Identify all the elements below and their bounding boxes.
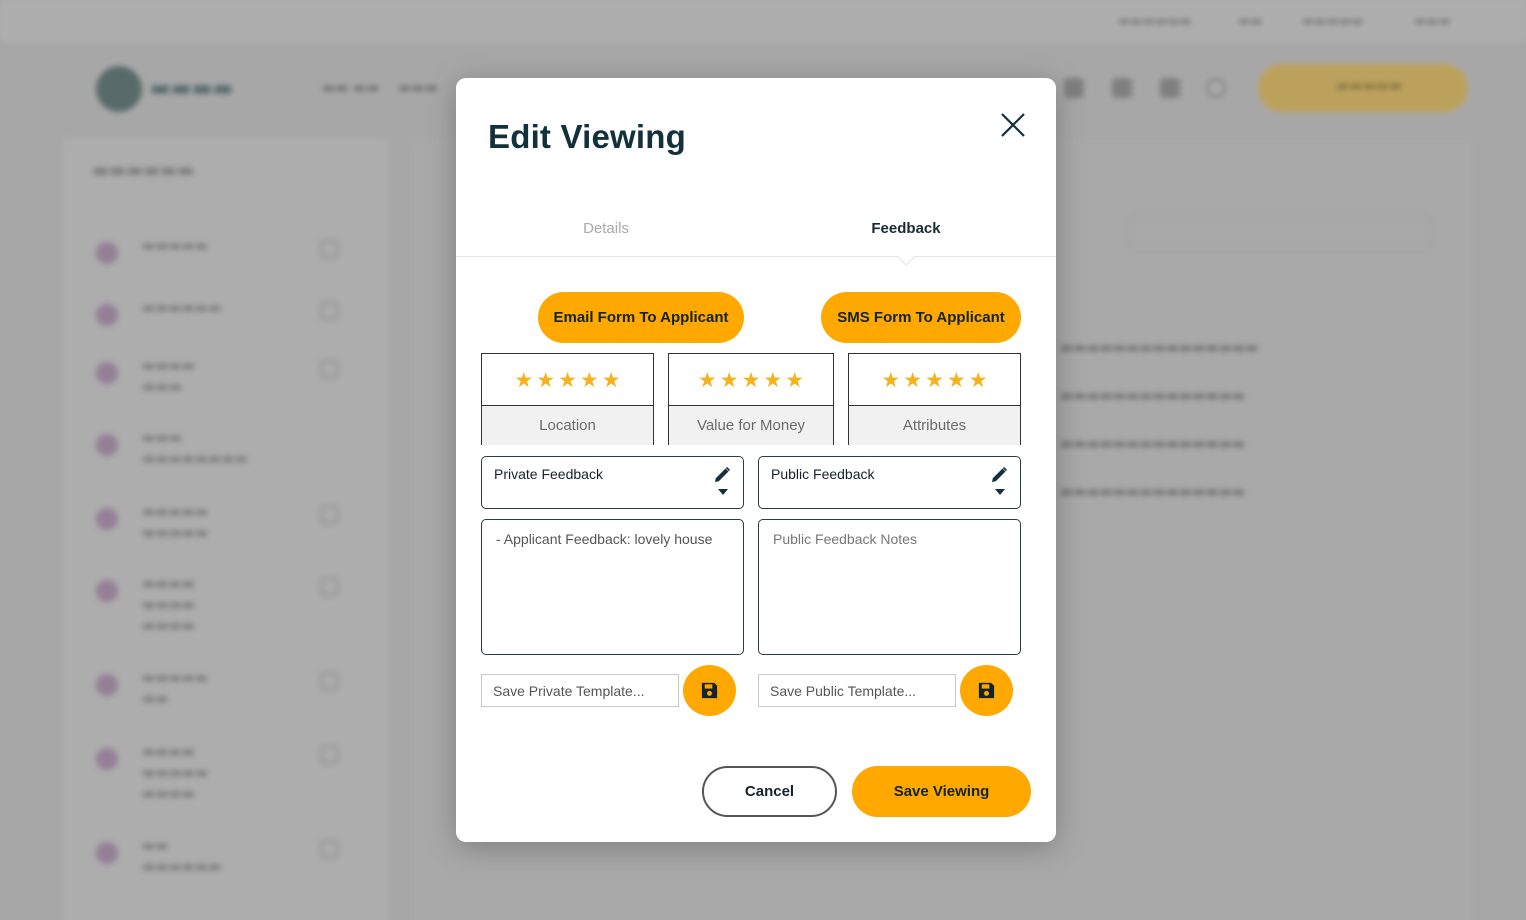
star-icon[interactable]: ★ xyxy=(536,369,555,391)
modal-title: Edit Viewing xyxy=(488,118,686,155)
star-icon[interactable]: ★ xyxy=(720,369,739,391)
sms-form-button[interactable]: SMS Form To Applicant xyxy=(821,292,1021,343)
star-icon[interactable]: ★ xyxy=(881,369,900,391)
star-rating[interactable]: ★ ★ ★ ★ ★ xyxy=(849,354,1020,406)
pencil-icon xyxy=(992,466,1008,482)
caret-down-icon xyxy=(995,489,1005,495)
star-icon[interactable]: ★ xyxy=(602,369,621,391)
star-rating[interactable]: ★ ★ ★ ★ ★ xyxy=(669,354,833,406)
private-feedback-label: Private Feedback xyxy=(494,466,603,482)
star-icon[interactable]: ★ xyxy=(925,369,944,391)
modal-tabs: Details Feedback xyxy=(456,208,1056,257)
rating-attributes: ★ ★ ★ ★ ★ Attributes xyxy=(848,353,1021,445)
pencil-icon xyxy=(715,466,731,482)
star-icon[interactable]: ★ xyxy=(903,369,922,391)
floppy-disk-icon xyxy=(978,682,995,699)
star-rating[interactable]: ★ ★ ★ ★ ★ xyxy=(482,354,653,406)
star-icon[interactable]: ★ xyxy=(969,369,988,391)
star-icon[interactable]: ★ xyxy=(514,369,533,391)
star-icon[interactable]: ★ xyxy=(947,369,966,391)
rating-label: Location xyxy=(482,405,653,445)
close-button[interactable] xyxy=(998,108,1028,142)
star-icon[interactable]: ★ xyxy=(580,369,599,391)
rating-label: Attributes xyxy=(849,405,1020,445)
rating-location: ★ ★ ★ ★ ★ Location xyxy=(481,353,654,445)
rating-label: Value for Money xyxy=(669,405,833,445)
star-icon[interactable]: ★ xyxy=(698,369,717,391)
close-icon xyxy=(1001,113,1025,137)
public-template-input[interactable] xyxy=(758,674,956,707)
private-feedback-dropdown[interactable]: Private Feedback xyxy=(481,456,744,509)
save-private-template-button[interactable] xyxy=(683,665,736,716)
private-template-input[interactable] xyxy=(481,674,679,707)
star-icon[interactable]: ★ xyxy=(558,369,577,391)
caret-down-icon xyxy=(718,489,728,495)
public-feedback-notes[interactable] xyxy=(758,519,1021,655)
star-icon[interactable]: ★ xyxy=(763,369,782,391)
cancel-button[interactable]: Cancel xyxy=(702,766,837,817)
active-tab-indicator xyxy=(897,256,915,266)
tab-details[interactable]: Details xyxy=(456,220,756,237)
tab-feedback[interactable]: Feedback xyxy=(756,220,1056,237)
floppy-disk-icon xyxy=(701,682,718,699)
public-feedback-dropdown[interactable]: Public Feedback xyxy=(758,456,1021,509)
save-public-template-button[interactable] xyxy=(960,665,1013,716)
rating-value-for-money: ★ ★ ★ ★ ★ Value for Money xyxy=(668,353,834,445)
private-feedback-notes[interactable]: - Applicant Feedback: lovely house xyxy=(481,519,744,655)
star-icon[interactable]: ★ xyxy=(742,369,761,391)
email-form-button[interactable]: Email Form To Applicant xyxy=(538,292,744,343)
save-viewing-button[interactable]: Save Viewing xyxy=(852,766,1031,817)
star-icon[interactable]: ★ xyxy=(785,369,804,391)
public-feedback-label: Public Feedback xyxy=(771,466,875,482)
edit-viewing-modal: Edit Viewing Details Feedback Email Form… xyxy=(456,78,1056,842)
